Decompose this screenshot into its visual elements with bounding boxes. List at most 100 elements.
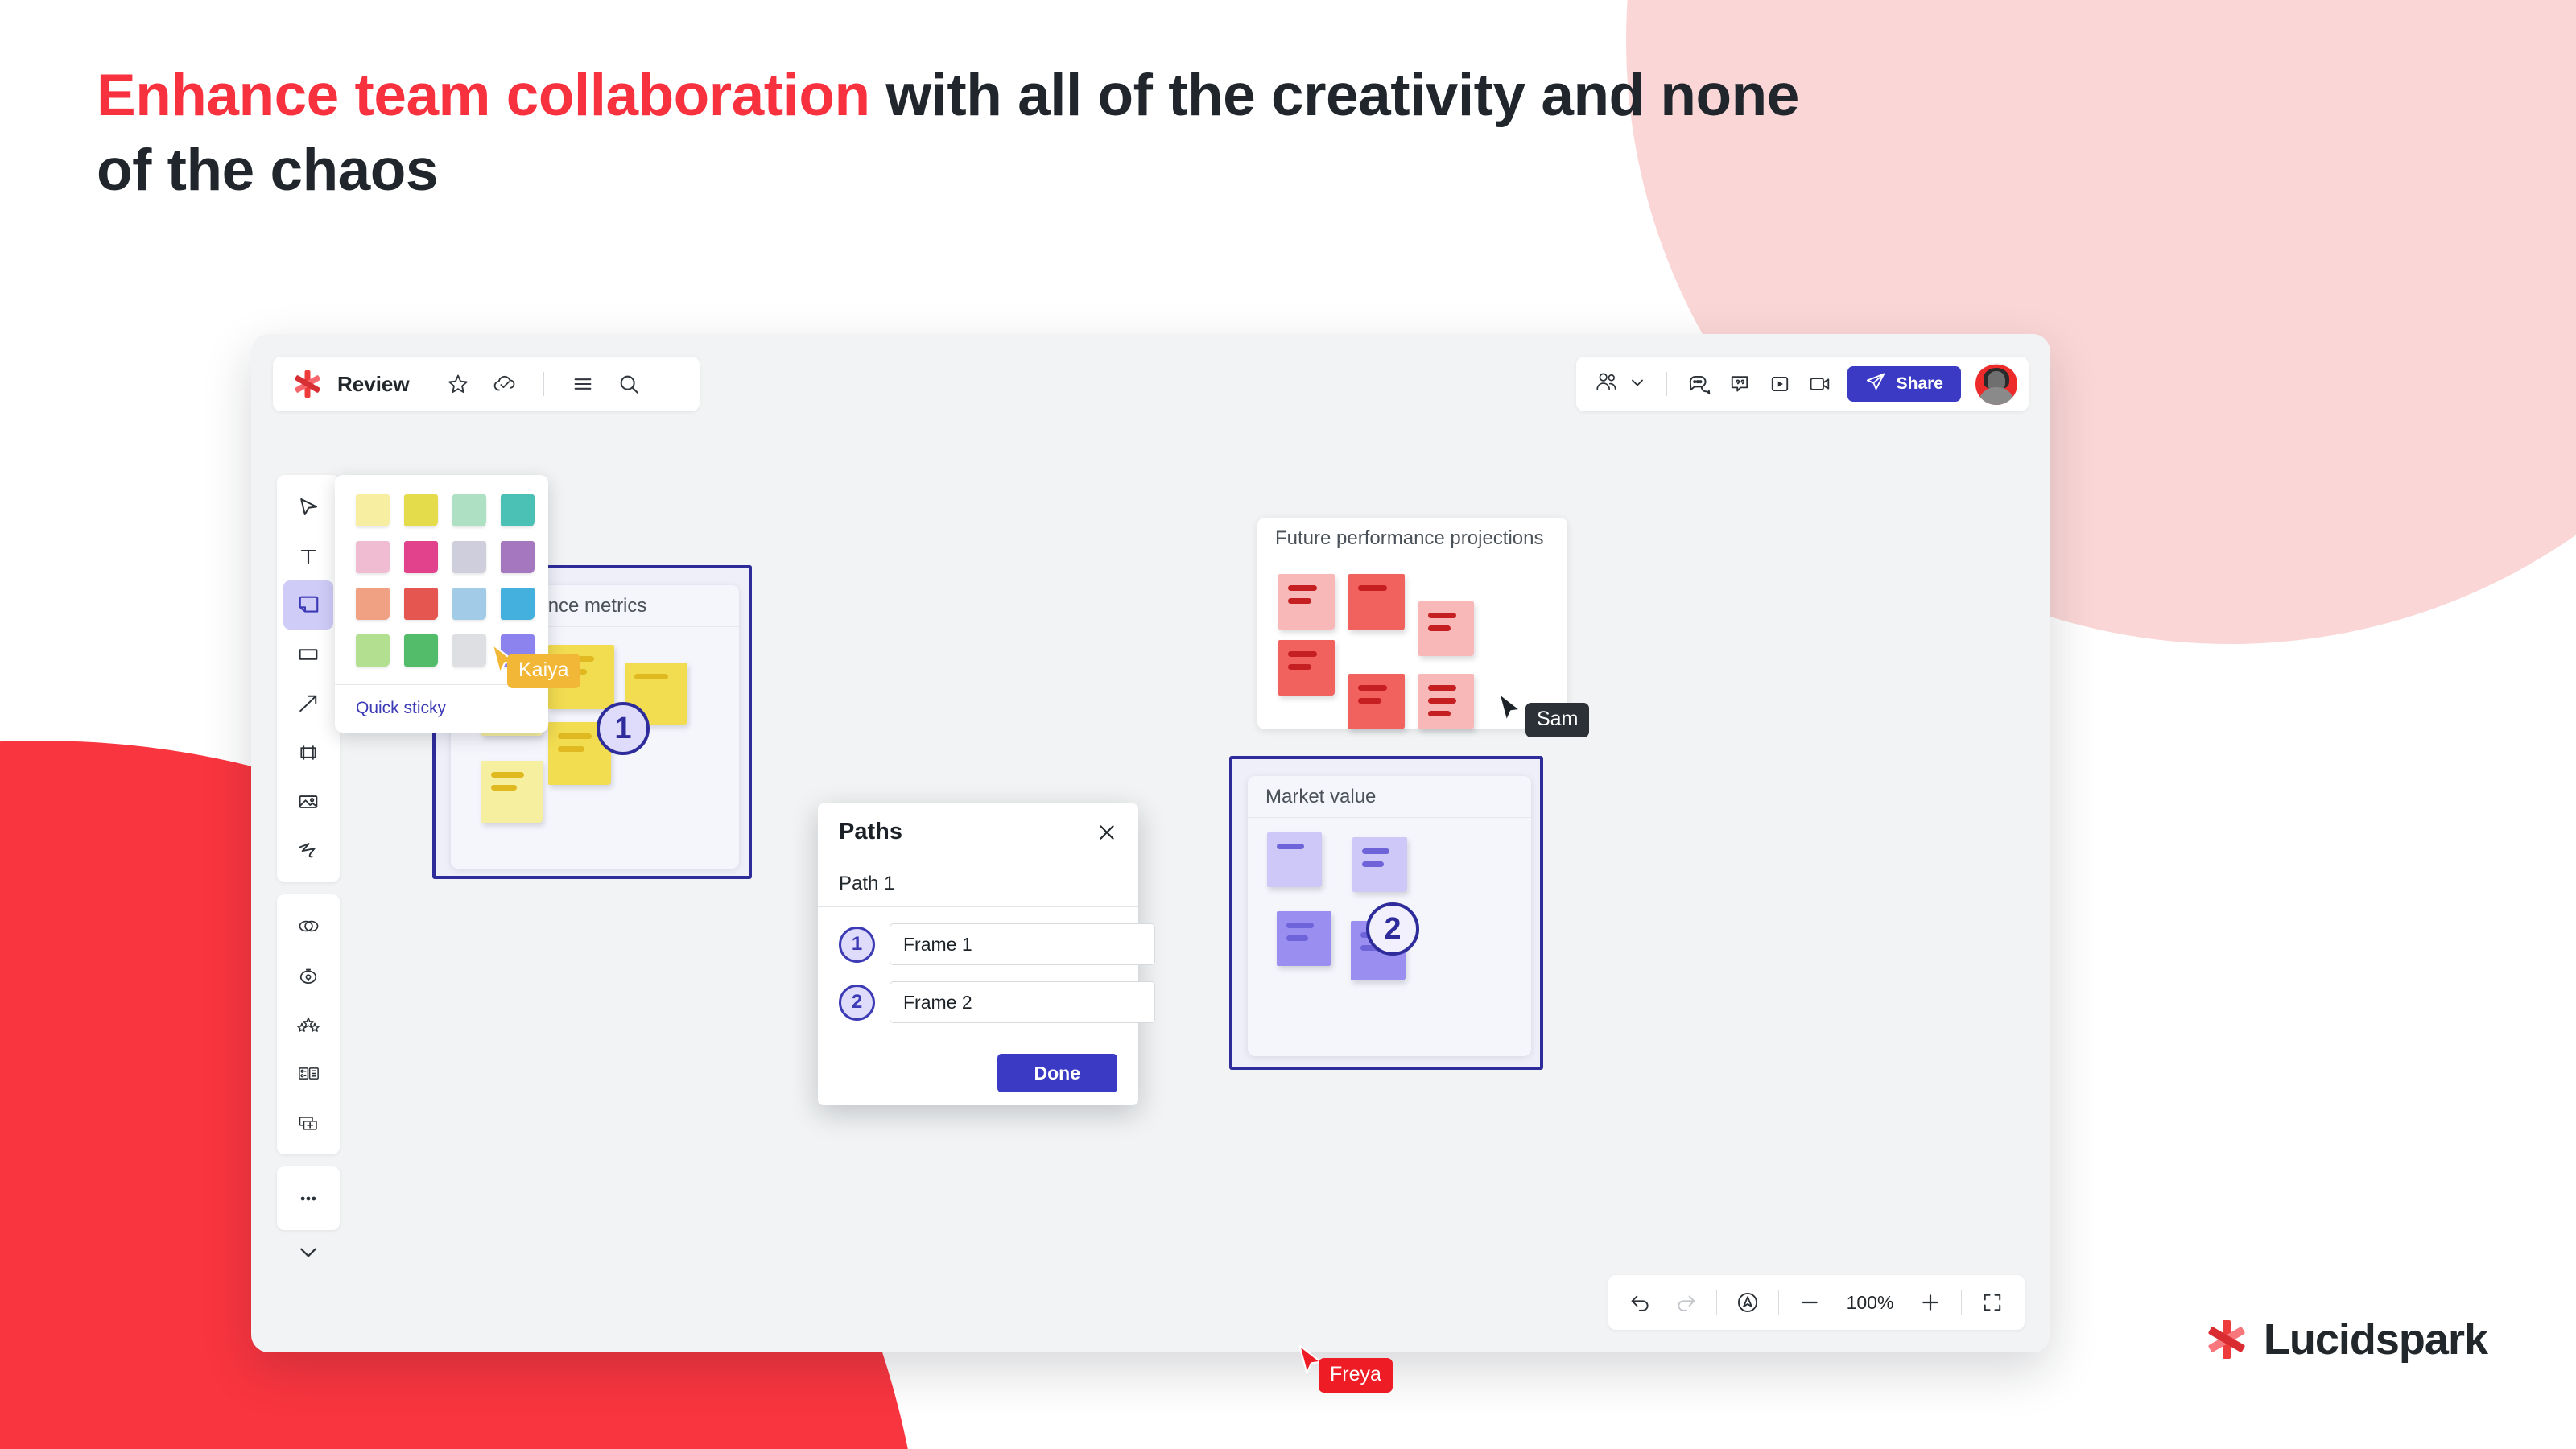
swatch-grid <box>335 475 548 684</box>
sticky-note-line <box>1358 585 1387 591</box>
cloud-check-icon[interactable] <box>492 371 518 397</box>
path-frame-input-1[interactable] <box>890 923 1155 965</box>
sticky-note[interactable] <box>1278 640 1335 696</box>
sticky-note-line <box>1288 585 1317 591</box>
swatch-purple[interactable] <box>501 541 535 573</box>
share-button[interactable]: Share <box>1847 366 1961 402</box>
navigation-compass-icon[interactable] <box>1733 1288 1762 1317</box>
sticky-note-line <box>1428 613 1457 618</box>
frame-future-projections[interactable]: Future performance projections <box>1257 518 1567 729</box>
path-badge-2[interactable]: 2 <box>1366 902 1419 956</box>
undo-arrow-icon[interactable] <box>1626 1288 1655 1317</box>
sticky-note[interactable] <box>1418 674 1474 729</box>
toolbar-group-more <box>277 1166 340 1230</box>
sticky-note[interactable] <box>1418 601 1474 656</box>
swatch-salmon[interactable] <box>356 588 390 620</box>
sticky-note-line <box>558 733 592 739</box>
sticky-note-line <box>1428 711 1451 716</box>
sticky-note[interactable] <box>1352 837 1407 892</box>
swatch-yellow[interactable] <box>404 494 438 526</box>
collapse-toolbar[interactable] <box>283 1230 333 1274</box>
paths-dialog-title: Paths <box>839 819 902 844</box>
sticky-note[interactable] <box>1267 832 1322 887</box>
quick-sticky-row[interactable]: Quick sticky <box>335 684 548 733</box>
venn-tool[interactable] <box>283 902 333 951</box>
hamburger-menu-icon[interactable] <box>570 371 596 397</box>
swatch-blue[interactable] <box>501 588 535 620</box>
sticky-note[interactable] <box>1278 574 1335 630</box>
star-icon[interactable] <box>445 371 471 397</box>
line-arrow-tool[interactable] <box>283 679 333 728</box>
close-icon[interactable] <box>1093 819 1121 846</box>
rectangle-tool[interactable] <box>283 630 333 679</box>
swatch-light-yellow[interactable] <box>356 494 390 526</box>
sticky-note-line <box>1362 848 1390 854</box>
frame-market-value[interactable]: Market value 2 <box>1229 756 1543 1070</box>
more-tools[interactable] <box>283 1174 333 1223</box>
play-button-icon[interactable] <box>1767 371 1793 397</box>
image-tool[interactable] <box>283 777 333 826</box>
done-button[interactable]: Done <box>997 1054 1117 1092</box>
swatch-gray[interactable] <box>452 634 486 667</box>
zoom-level[interactable]: 100% <box>1840 1292 1900 1314</box>
path-name-label[interactable]: Path 1 <box>818 861 1138 907</box>
sticky-note[interactable] <box>1348 674 1405 729</box>
toolbar-group-secondary <box>277 894 340 1154</box>
quick-sticky-label: Quick sticky <box>356 699 447 717</box>
sticky-note[interactable] <box>481 761 543 823</box>
timer-tool[interactable] <box>283 951 333 1000</box>
sticky-note-line <box>1362 861 1385 867</box>
sticky-note-line <box>1288 664 1311 670</box>
swatch-lavender-gray[interactable] <box>452 541 486 573</box>
sticky-note-tool[interactable] <box>283 580 333 630</box>
headline-accent: Enhance team collaboration <box>97 63 870 128</box>
avatar[interactable] <box>1975 363 2017 405</box>
paths-dialog: Paths Path 1 1 2 Done <box>818 803 1155 1105</box>
search-icon[interactable] <box>617 371 642 397</box>
sticky-note-line <box>491 772 524 778</box>
page-root: Enhance team collaboration with all of t… <box>0 0 2576 1449</box>
asterisk-icon <box>2207 1320 2246 1359</box>
chevron-down-icon <box>1628 373 1647 396</box>
sticky-note[interactable] <box>1348 574 1405 630</box>
path-step-number-1: 1 <box>839 926 875 963</box>
frame-body-future <box>1257 559 1567 729</box>
swatch-green[interactable] <box>404 634 438 667</box>
pointer-tool[interactable] <box>283 482 333 531</box>
paper-plane-icon <box>1865 371 1886 397</box>
bottom-divider-1 <box>1716 1290 1717 1315</box>
swatch-teal[interactable] <box>501 494 535 526</box>
text-tool[interactable] <box>283 531 333 580</box>
path-frame-input-2[interactable] <box>890 981 1155 1023</box>
swatch-mint[interactable] <box>452 494 486 526</box>
voting-tool[interactable] <box>283 1000 333 1049</box>
swatch-magenta[interactable] <box>404 541 438 573</box>
header-right-divider <box>1666 372 1667 396</box>
toolbar-group-primary <box>277 475 340 882</box>
swatch-red[interactable] <box>404 588 438 620</box>
frame-tool[interactable] <box>283 728 333 777</box>
asterisk-icon <box>294 370 321 398</box>
sticky-note[interactable] <box>1277 911 1331 966</box>
sticky-note-line <box>1288 598 1311 604</box>
swatch-light-blue[interactable] <box>452 588 486 620</box>
sticky-note-line <box>1428 698 1457 704</box>
redo-arrow-icon[interactable] <box>1671 1288 1700 1317</box>
plus-icon[interactable] <box>1916 1288 1945 1317</box>
path-badge-1[interactable]: 1 <box>597 702 650 755</box>
cards-tool[interactable] <box>283 1049 333 1098</box>
minus-icon[interactable] <box>1795 1288 1824 1317</box>
sticky-note-line <box>1428 625 1451 631</box>
swatch-light-pink[interactable] <box>356 541 390 573</box>
sticky-note-line <box>1288 651 1317 657</box>
freehand-tool[interactable] <box>283 826 333 875</box>
header-divider <box>543 372 544 396</box>
comment-quote-icon[interactable] <box>1727 371 1752 397</box>
add-template-tool[interactable] <box>283 1098 333 1147</box>
nametag-freya: Freya <box>1319 1358 1393 1393</box>
chat-bubble-icon[interactable] <box>1686 371 1712 397</box>
swatch-light-green[interactable] <box>356 634 390 667</box>
expand-fullscreen-icon[interactable] <box>1978 1288 2007 1317</box>
collaborators-dropdown[interactable] <box>1594 371 1647 398</box>
video-camera-icon[interactable] <box>1807 371 1833 397</box>
